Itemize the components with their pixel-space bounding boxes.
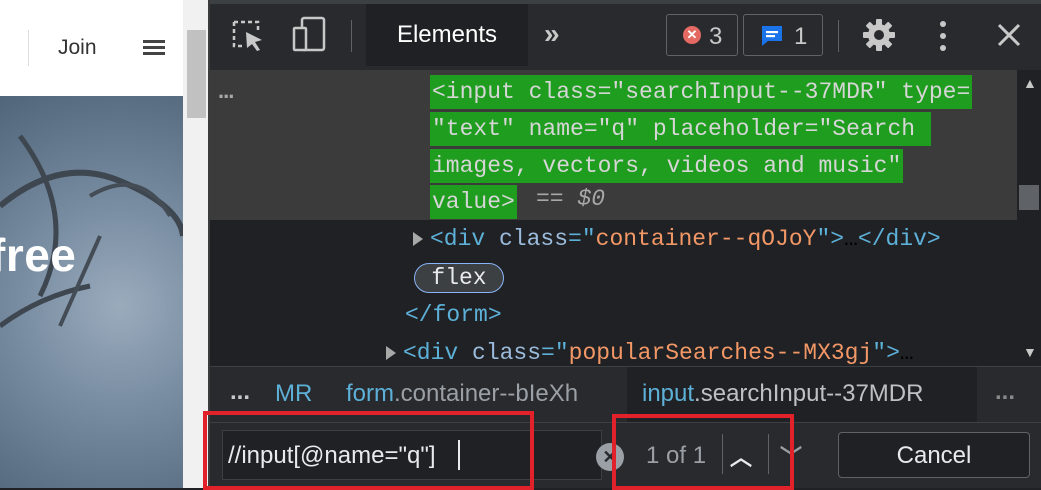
breadcrumb-item[interactable]: MR [275, 380, 312, 408]
gear-icon[interactable] [862, 18, 896, 57]
breadcrumb-class: .searchInput--37MDR [694, 380, 924, 407]
annotation-box-match-count [612, 414, 794, 490]
toolbar-separator [351, 20, 352, 52]
header-divider [28, 30, 29, 66]
div-container-class: container--qOJoY [595, 226, 817, 252]
flex-badge[interactable]: flex [414, 263, 504, 293]
errors-count: 3 [709, 23, 723, 50]
selected-node-line: "text" name="q" placeholder="Search [430, 112, 931, 146]
messages-badge[interactable]: 1 [743, 14, 823, 56]
device-toolbar-icon[interactable] [292, 16, 328, 57]
more-tabs-icon[interactable]: » [544, 18, 560, 50]
hero-branches-graphic [0, 134, 183, 329]
dom-node-div-popular[interactable]: <div class="popularSearches--MX3gj">… [403, 340, 914, 366]
selected-node-line: value> [430, 185, 517, 219]
expand-triangle-icon[interactable] [413, 232, 423, 246]
scroll-up-icon[interactable]: ▲ [1023, 75, 1037, 91]
breadcrumb-scroll-right[interactable]: ... [995, 378, 1015, 406]
page-scrollbar-thumb[interactable] [187, 30, 206, 118]
selected-node-line: <input class="searchInput--37MDR" type= [430, 75, 973, 109]
console-reference: == $0 [536, 186, 606, 212]
errors-badge[interactable]: ✕ 3 [666, 14, 738, 56]
div-popular-class: popularSearches--MX3gj [568, 340, 873, 366]
breadcrumb-class: .container--bIeXh [394, 380, 579, 407]
scroll-down-icon[interactable]: ▼ [1023, 344, 1037, 360]
toolbar-separator [838, 20, 839, 52]
devtools-toolbar [210, 0, 1041, 70]
dom-node-div-container[interactable]: <div class="container--qOJoY">…</div> [430, 226, 941, 252]
hamburger-menu-icon[interactable] [143, 40, 165, 56]
annotation-box-query [203, 411, 534, 490]
dom-scrollbar[interactable] [1017, 70, 1041, 366]
selected-node-line: images, vectors, videos and music" [430, 149, 904, 183]
breadcrumb-item-input[interactable]: input.searchInput--37MDR [642, 380, 923, 408]
inspect-element-icon[interactable] [232, 20, 266, 57]
hero-heading: free [0, 229, 77, 281]
expand-triangle-icon[interactable] [386, 346, 396, 360]
breadcrumb-tag: form [346, 380, 394, 407]
join-link[interactable]: Join [58, 36, 97, 60]
breadcrumb-scroll-left[interactable]: ... [230, 378, 250, 406]
error-icon: ✕ [683, 26, 701, 44]
dom-node-form-close[interactable]: </form> [405, 302, 502, 328]
breadcrumb-tag: input [642, 380, 695, 407]
more-options-icon[interactable] [938, 20, 948, 57]
hero-image [0, 96, 183, 488]
breadcrumb-item-form[interactable]: form.container--bIeXh [346, 380, 578, 408]
message-icon [762, 26, 782, 46]
cancel-button[interactable]: Cancel [838, 432, 1030, 478]
messages-count: 1 [794, 23, 808, 50]
dom-scrollbar-thumb[interactable] [1019, 185, 1039, 210]
close-icon[interactable] [996, 22, 1022, 53]
tab-elements[interactable]: Elements [366, 4, 528, 66]
node-actions-ellipsis[interactable]: ... [218, 78, 234, 104]
